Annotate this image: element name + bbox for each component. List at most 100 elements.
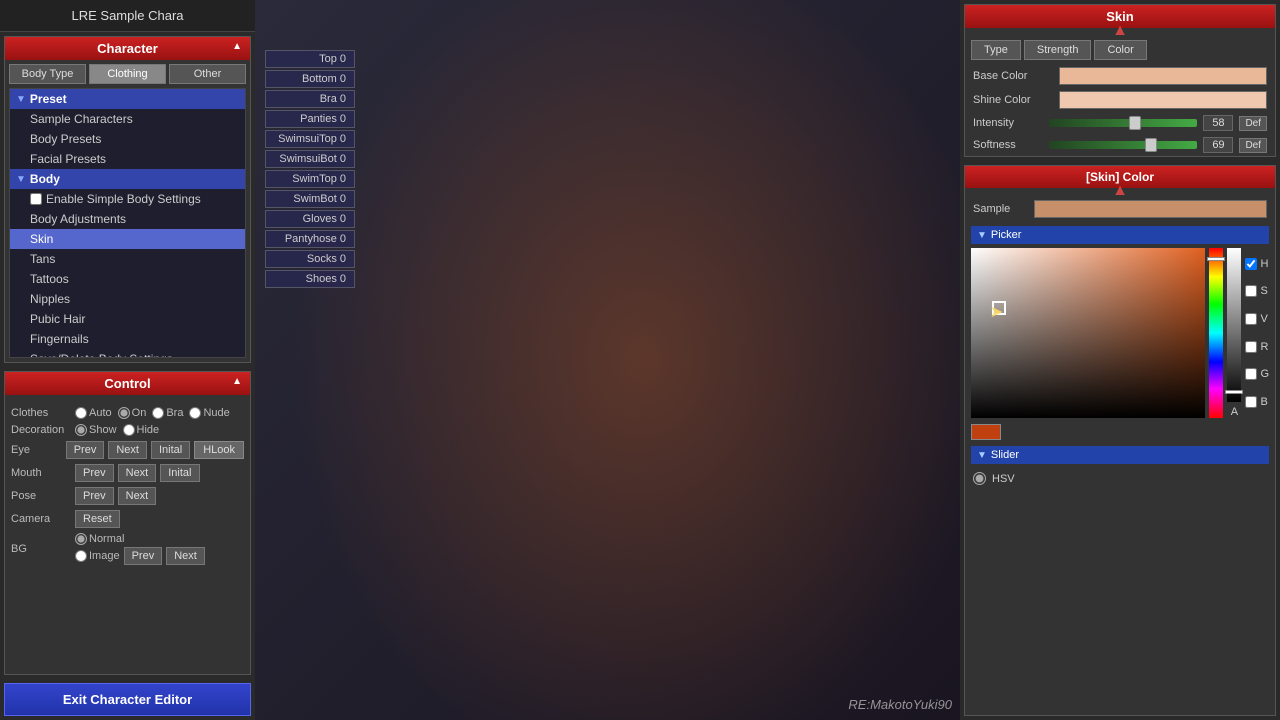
skin-tab-type[interactable]: Type — [971, 40, 1021, 60]
intensity-def-button[interactable]: Def — [1239, 116, 1267, 131]
softness-slider-track[interactable] — [1049, 141, 1197, 149]
clothing-top-button[interactable]: Top 0 — [265, 50, 355, 68]
slider-section-header[interactable]: ▼ Slider — [971, 446, 1269, 464]
clothing-pantyhose-button[interactable]: Pantyhose 0 — [265, 230, 355, 248]
tab-other[interactable]: Other — [169, 64, 246, 84]
eye-initial-button[interactable]: Inital — [151, 441, 190, 459]
clothing-gloves-button[interactable]: Gloves 0 — [265, 210, 355, 228]
pubic-hair-label: Pubic Hair — [30, 312, 85, 326]
clothing-shoes-button[interactable]: Shoes 0 — [265, 270, 355, 288]
clothing-swimsuibot-button[interactable]: SwimsuiBot 0 — [265, 150, 355, 168]
tree-item-nipples[interactable]: Nipples — [10, 289, 245, 309]
tree-group-body[interactable]: ▼ Body — [10, 169, 245, 189]
clothes-on-option[interactable]: On — [118, 407, 147, 419]
base-color-swatch[interactable] — [1059, 67, 1267, 85]
exit-character-editor-button[interactable]: Exit Character Editor — [4, 683, 251, 716]
b-checkbox[interactable] — [1245, 396, 1257, 408]
eye-row: Eye Prev Next Inital HLook — [11, 441, 244, 459]
picker-section[interactable]: ▼ Picker — [971, 226, 1269, 244]
clothes-auto-option[interactable]: Auto — [75, 407, 112, 419]
clothing-socks-button[interactable]: Socks 0 — [265, 250, 355, 268]
skin-tab-color[interactable]: Color — [1094, 40, 1146, 60]
skin-header-text: Skin — [1106, 9, 1133, 24]
mouth-initial-button[interactable]: Inital — [160, 464, 199, 482]
body-adjustments-label: Body Adjustments — [30, 212, 126, 226]
pose-prev-button[interactable]: Prev — [75, 487, 114, 505]
clothes-nude-option[interactable]: Nude — [189, 407, 229, 419]
clothing-bottom-button[interactable]: Bottom 0 — [265, 70, 355, 88]
hlook-button[interactable]: HLook — [194, 441, 244, 459]
r-checkbox[interactable] — [1245, 341, 1257, 353]
clothing-bra-button[interactable]: Bra 0 — [265, 90, 355, 108]
tree-item-fingernails[interactable]: Fingernails — [10, 329, 245, 349]
saturation-box[interactable]: ➤ — [971, 248, 1205, 418]
tree-item-sample-characters[interactable]: Sample Characters — [10, 109, 245, 129]
hue-slider[interactable] — [1209, 248, 1223, 418]
bg-normal-option[interactable]: Normal — [75, 533, 205, 545]
intensity-row: Intensity 58 Def — [965, 112, 1275, 134]
clothes-on-radio[interactable] — [118, 407, 130, 419]
shine-color-swatch[interactable] — [1059, 91, 1267, 109]
g-checkbox[interactable] — [1245, 368, 1257, 380]
intensity-slider-track[interactable] — [1049, 119, 1197, 127]
s-checkbox-row[interactable]: S — [1245, 285, 1269, 297]
saturation-cursor[interactable] — [992, 301, 1006, 315]
tree-item-skin[interactable]: Skin — [10, 229, 245, 249]
decoration-hide-radio[interactable] — [123, 424, 135, 436]
tree-group-preset[interactable]: ▼ Preset — [10, 89, 245, 109]
s-checkbox[interactable] — [1245, 285, 1257, 297]
enable-simple-checkbox[interactable] — [30, 193, 42, 205]
pose-next-button[interactable]: Next — [118, 487, 157, 505]
clothing-panties-button[interactable]: Panties 0 — [265, 110, 355, 128]
clothes-nude-radio[interactable] — [189, 407, 201, 419]
softness-def-button[interactable]: Def — [1239, 138, 1267, 153]
r-checkbox-row[interactable]: R — [1245, 341, 1269, 353]
softness-slider-thumb[interactable] — [1145, 138, 1157, 152]
sample-swatch[interactable] — [1034, 200, 1267, 218]
alpha-slider[interactable] — [1227, 248, 1241, 402]
b-checkbox-row[interactable]: B — [1245, 396, 1269, 408]
tree-item-body-presets[interactable]: Body Presets — [10, 129, 245, 149]
clothes-bra-radio[interactable] — [152, 407, 164, 419]
bg-next-button[interactable]: Next — [166, 547, 205, 565]
alpha-thumb[interactable] — [1225, 390, 1243, 394]
tree-item-facial-presets[interactable]: Facial Presets — [10, 149, 245, 169]
bg-image-radio[interactable] — [75, 550, 87, 562]
clothing-swimsuitop-button[interactable]: SwimsuiTop 0 — [265, 130, 355, 148]
bg-normal-radio[interactable] — [75, 533, 87, 545]
enable-simple-label: Enable Simple Body Settings — [46, 192, 201, 206]
hue-thumb[interactable] — [1207, 257, 1225, 261]
bg-prev-button[interactable]: Prev — [124, 547, 163, 565]
eye-prev-button[interactable]: Prev — [66, 441, 105, 459]
h-checkbox[interactable] — [1245, 258, 1257, 270]
camera-reset-button[interactable]: Reset — [75, 510, 120, 528]
eye-next-button[interactable]: Next — [108, 441, 147, 459]
tree-item-save-delete[interactable]: Save/Delete Body Settings — [10, 349, 245, 358]
clothes-auto-radio[interactable] — [75, 407, 87, 419]
h-checkbox-row[interactable]: H — [1245, 258, 1269, 270]
mouth-next-button[interactable]: Next — [118, 464, 157, 482]
clothing-swimbot-button[interactable]: SwimBot 0 — [265, 190, 355, 208]
tree-item-tattoos[interactable]: Tattoos — [10, 269, 245, 289]
hsv-radio[interactable] — [973, 472, 986, 485]
mouth-prev-button[interactable]: Prev — [75, 464, 114, 482]
tab-body-type[interactable]: Body Type — [9, 64, 86, 84]
bg-image-option[interactable]: Image — [75, 550, 120, 562]
skin-tab-strength[interactable]: Strength — [1024, 40, 1092, 60]
decoration-show-radio[interactable] — [75, 424, 87, 436]
g-checkbox-row[interactable]: G — [1245, 368, 1269, 380]
decoration-show-option[interactable]: Show — [75, 424, 117, 436]
clothing-swimtop-button[interactable]: SwimTop 0 — [265, 170, 355, 188]
tree-item-pubic-hair[interactable]: Pubic Hair — [10, 309, 245, 329]
v-checkbox-row[interactable]: V — [1245, 313, 1269, 325]
tree-item-tans[interactable]: Tans — [10, 249, 245, 269]
tree-item-enable-simple[interactable]: Enable Simple Body Settings — [10, 189, 245, 209]
v-checkbox[interactable] — [1245, 313, 1257, 325]
tree-item-body-adjustments[interactable]: Body Adjustments — [10, 209, 245, 229]
s-label: S — [1260, 285, 1267, 297]
control-grid: Clothes Auto On Bra Nude — [5, 403, 250, 569]
decoration-hide-option[interactable]: Hide — [123, 424, 160, 436]
clothes-bra-option[interactable]: Bra — [152, 407, 183, 419]
tab-clothing[interactable]: Clothing — [89, 64, 166, 84]
intensity-slider-thumb[interactable] — [1129, 116, 1141, 130]
